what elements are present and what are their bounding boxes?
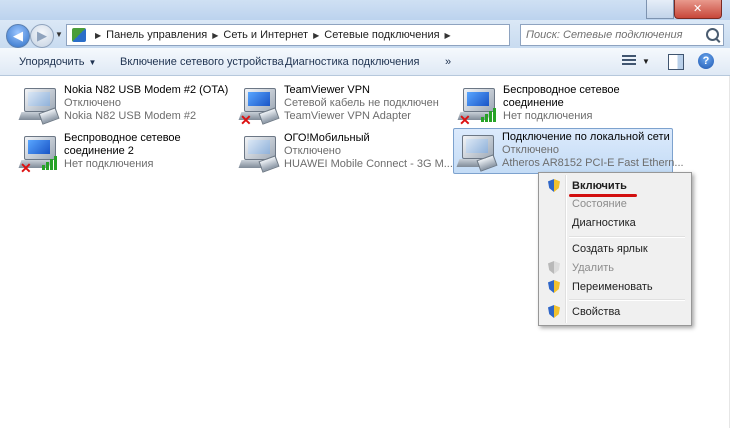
disconnected-x-icon: ✕ (459, 112, 471, 128)
uac-shield-icon (548, 305, 560, 318)
menu-item-rename[interactable]: Переименовать (541, 277, 687, 297)
chevron-down-icon: ▼ (88, 58, 97, 67)
connection-ogo-mobile[interactable]: ОГО!Мобильный Отключено HUAWEI Mobile Co… (236, 130, 454, 174)
menu-label: Свойства (572, 306, 621, 318)
menu-item-status: Состояние (541, 194, 687, 214)
address-field[interactable]: ▶ Панель управления ▶ Сеть и Интернет ▶ … (66, 24, 510, 46)
disconnected-x-icon: ✕ (240, 112, 252, 128)
connection-wireless-2[interactable]: ✕ Беспроводное сетевое соединение 2 Нет … (16, 130, 234, 176)
control-panel-icon (72, 28, 86, 42)
modem-icon (18, 88, 62, 126)
connection-device: Atheros AR8152 PCI-E Fast Ethern... (502, 157, 684, 169)
connection-wireless-1[interactable]: ✕ Беспроводное сетевое соединение Нет по… (455, 82, 673, 128)
connection-status: Нет подключения (503, 110, 593, 122)
enable-device-button[interactable]: Включение сетевого устройства (120, 56, 284, 68)
modem-icon (238, 136, 282, 174)
menu-item-diagnose[interactable]: Диагностика (541, 213, 687, 233)
network-cable-icon: ✕ (238, 88, 282, 128)
history-dropdown-icon[interactable]: ▼ (55, 30, 63, 39)
maximize-button[interactable] (646, 0, 674, 19)
connection-name-line2: соединение 2 (64, 145, 134, 157)
menu-label: Удалить (572, 262, 614, 274)
search-icon[interactable] (706, 28, 719, 41)
back-button[interactable]: ◀ (6, 24, 30, 48)
chevron-down-icon[interactable]: ▼ (642, 57, 650, 66)
diagnose-button[interactable]: Диагностика подключения (285, 56, 419, 68)
uac-shield-icon (548, 179, 560, 192)
connection-name: Беспроводное сетевое (503, 84, 620, 96)
red-underline-annotation (569, 194, 637, 197)
menu-separator (569, 236, 685, 238)
close-button[interactable] (674, 0, 722, 19)
breadcrumb-network-internet[interactable]: Сеть и Интернет (223, 29, 308, 41)
menu-label: Диагностика (572, 217, 636, 229)
connection-local-area[interactable]: Подключение по локальной сети Отключено … (453, 128, 684, 174)
more-commands-button[interactable]: » (445, 56, 451, 68)
disconnected-x-icon: ✕ (20, 160, 32, 176)
connection-name-line2: соединение (503, 97, 564, 109)
title-bar (0, 0, 730, 20)
connection-name: Nokia N82 USB Modem #2 (OTA) (64, 84, 229, 96)
menu-item-delete: Удалить (541, 258, 687, 278)
connection-name: Подключение по локальной сети (502, 131, 670, 143)
forward-button[interactable]: ▶ (30, 24, 54, 48)
menu-label: Состояние (572, 198, 627, 210)
connection-teamviewer-vpn[interactable]: ✕ TeamViewer VPN Сетевой кабель не подкл… (236, 82, 454, 128)
organize-button[interactable]: Упорядочить ▼ (19, 56, 96, 68)
menu-item-create-shortcut[interactable]: Создать ярлык (541, 239, 687, 259)
organize-label: Упорядочить (19, 56, 85, 68)
preview-pane-icon[interactable] (668, 54, 684, 70)
uac-shield-icon (548, 261, 560, 274)
signal-bars-icon (42, 154, 60, 170)
wireless-icon: ✕ (18, 136, 62, 176)
view-options-icon[interactable] (622, 55, 636, 67)
menu-item-properties[interactable]: Свойства (541, 302, 687, 322)
connection-name: TeamViewer VPN (284, 84, 370, 96)
breadcrumb-network-connections[interactable]: Сетевые подключения (324, 29, 439, 41)
chevron-right-icon[interactable]: ▶ (313, 31, 319, 40)
address-bar-area: ◀ ▶ ▼ ▶ Панель управления ▶ Сеть и Интер… (0, 20, 730, 49)
connection-status: Сетевой кабель не подключен (284, 97, 439, 109)
chevron-right-icon[interactable]: ▶ (445, 31, 451, 40)
uac-shield-icon (548, 280, 560, 293)
chevron-right-icon[interactable]: ▶ (212, 31, 218, 40)
chevron-right-icon[interactable]: ▶ (95, 31, 101, 40)
connection-nokia-modem[interactable]: Nokia N82 USB Modem #2 (OTA) Отключено N… (16, 82, 234, 126)
connection-status: Отключено (502, 144, 559, 156)
connection-device: TeamViewer VPN Adapter (284, 110, 411, 122)
wireless-icon: ✕ (457, 88, 501, 128)
menu-item-enable[interactable]: Включить (541, 176, 687, 196)
connection-status: Отключено (64, 97, 121, 109)
connection-status: Нет подключения (64, 158, 154, 170)
connection-name: ОГО!Мобильный (284, 132, 370, 144)
search-input[interactable]: Поиск: Сетевые подключения (520, 24, 724, 46)
signal-bars-icon (481, 106, 499, 122)
network-cable-icon (456, 135, 500, 173)
menu-label: Переименовать (572, 281, 653, 293)
menu-label: Создать ярлык (572, 243, 648, 255)
breadcrumb-control-panel[interactable]: Панель управления (106, 29, 207, 41)
command-bar: Упорядочить ▼ Включение сетевого устройст… (0, 48, 730, 76)
connection-device: Nokia N82 USB Modem #2 (64, 110, 197, 122)
help-icon[interactable]: ? (698, 53, 714, 69)
connection-device: HUAWEI Mobile Connect - 3G M... (284, 158, 453, 170)
connection-status: Отключено (284, 145, 341, 157)
connection-name: Беспроводное сетевое (64, 132, 181, 144)
search-placeholder: Поиск: Сетевые подключения (526, 29, 683, 41)
menu-label: Включить (572, 180, 627, 192)
menu-separator (569, 299, 685, 301)
